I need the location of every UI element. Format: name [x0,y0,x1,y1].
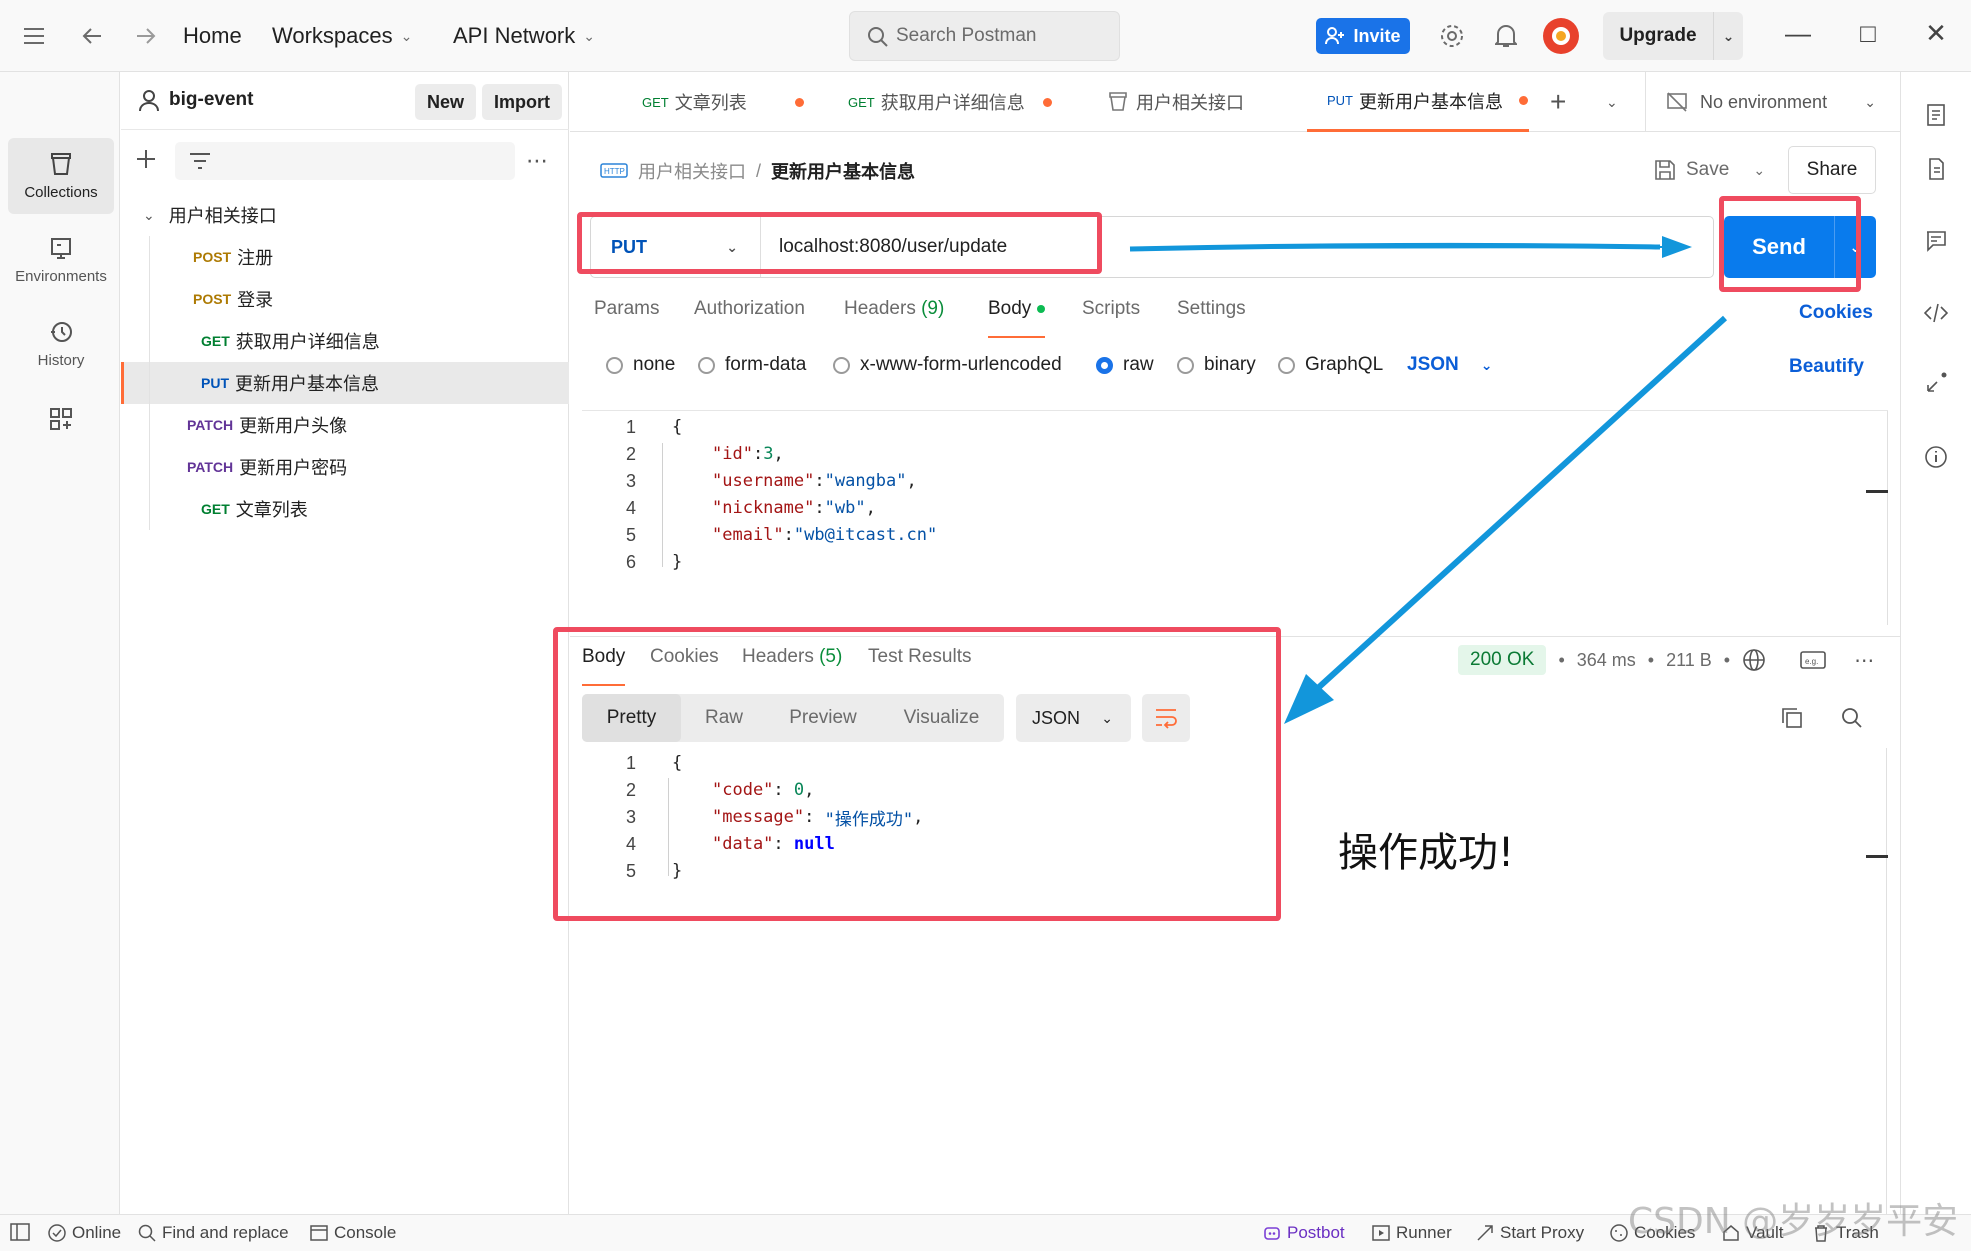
annotation-arrows [1129,236,1728,724]
arrow-shaft-to-response [1315,315,1728,691]
watermark: CSDN @岁岁岁平安 [1628,1201,1959,1242]
